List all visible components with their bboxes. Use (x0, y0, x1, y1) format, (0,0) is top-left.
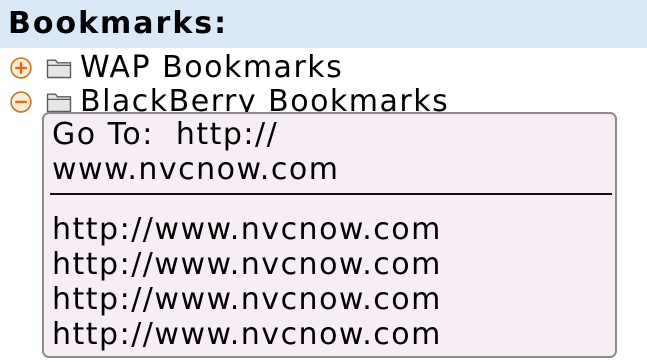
goto-popup: Go To: http:// www.nvcnow.com http://www.… (42, 112, 617, 358)
go-to-label: Go To: (52, 117, 154, 152)
history-item[interactable]: http://www.nvcnow.com (52, 247, 607, 282)
go-to-field[interactable]: Go To: http:// www.nvcnow.com (52, 117, 607, 187)
collapse-minus-icon[interactable] (10, 91, 32, 113)
go-to-line-2: www.nvcnow.com (52, 152, 339, 187)
page-title: Bookmarks: (8, 6, 229, 41)
bookmarks-screen: Bookmarks: WAP Bookmarks BlackBerry Book… (0, 0, 647, 362)
folder-icon (46, 91, 72, 113)
separator (50, 193, 612, 195)
go-to-line-1: Go To: http:// (52, 117, 278, 152)
history-item[interactable]: http://www.nvcnow.com (52, 282, 607, 317)
folder-icon (46, 57, 72, 79)
go-to-url-part-1[interactable]: http:// (176, 117, 278, 152)
expand-plus-icon[interactable] (10, 57, 32, 79)
bookmark-folder-label: WAP Bookmarks (80, 50, 344, 85)
bookmark-folder-wap[interactable]: WAP Bookmarks (0, 51, 647, 85)
history-item[interactable]: http://www.nvcnow.com (52, 212, 607, 247)
history-list: http://www.nvcnow.com http://www.nvcnow.… (52, 212, 607, 352)
header-bar: Bookmarks: (0, 0, 647, 48)
go-to-url-part-2[interactable]: www.nvcnow.com (52, 152, 339, 187)
history-item[interactable]: http://www.nvcnow.com (52, 317, 607, 352)
